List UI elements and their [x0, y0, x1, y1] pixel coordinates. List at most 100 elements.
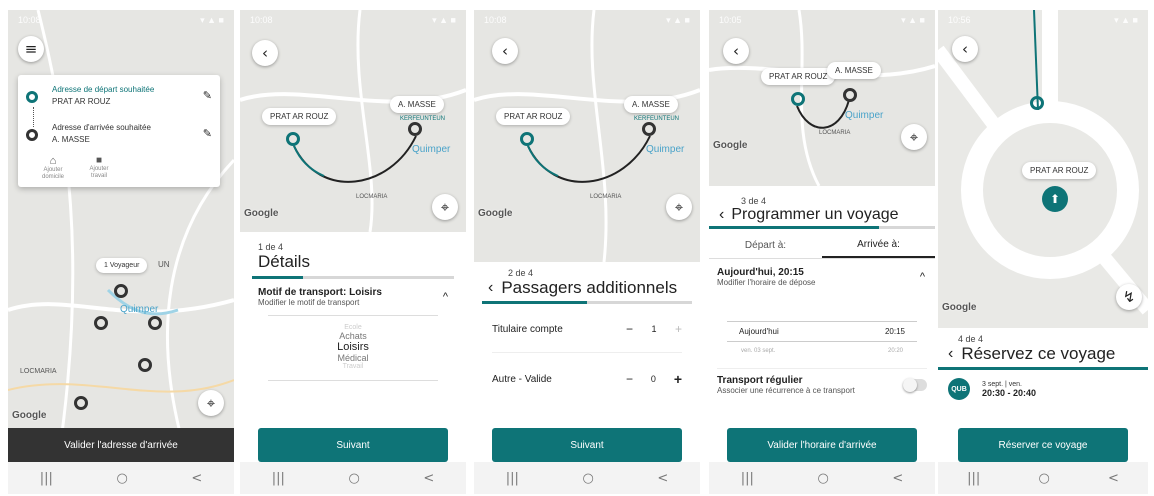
picker-row-selected[interactable]: Aujourd'hui 20:15	[727, 321, 917, 342]
screen-details: 10:08 ▾ ▲ ■ ‹ PRAT AR ROUZ A. MASSE KERFE…	[240, 10, 466, 494]
trip-time-range: 20:30 - 20:40	[982, 387, 1037, 398]
map-label-kerfeunteun: KERFEUNTEUN	[634, 116, 680, 122]
back-nav-icon[interactable]: <	[1108, 471, 1119, 486]
menu-button[interactable]: ≡	[18, 36, 44, 62]
back-nav-icon[interactable]: <	[657, 471, 668, 486]
plus-icon[interactable]: +	[674, 371, 682, 387]
map-view[interactable]: 10:56 ▾ ▲ ■ ‹ PRAT AR ROUZ ⬆ Google ↯	[938, 10, 1148, 328]
locate-button[interactable]: ⌖	[432, 194, 458, 220]
back-button[interactable]: ‹	[723, 38, 749, 64]
map-view[interactable]: 10:05 ▾ ▲ ■ ‹ PRAT AR ROUZ A. MASSE Quimp…	[709, 10, 935, 186]
picker-row[interactable]: ven. 03 sept. 20:20	[727, 342, 917, 360]
validate-time-button[interactable]: Valider l'horaire d'arrivée	[727, 428, 917, 462]
map-label-un: UN	[158, 260, 170, 269]
route-connector	[33, 107, 34, 127]
reserve-button[interactable]: Réserver ce voyage	[958, 428, 1128, 462]
picker-option-selected[interactable]: Loisirs	[268, 341, 438, 353]
recent-apps-icon[interactable]: |||	[272, 471, 285, 486]
map-pin-icon[interactable]	[94, 316, 108, 330]
home-nav-icon[interactable]: ○	[1038, 471, 1049, 486]
recent-apps-icon[interactable]: |||	[967, 471, 980, 486]
progress-bar	[709, 226, 935, 229]
recent-apps-icon[interactable]: |||	[506, 471, 519, 486]
datetime-row[interactable]: Aujourd'hui, 20:15 Modifier l'horaire de…	[717, 267, 925, 287]
map-pin-icon[interactable]	[138, 358, 152, 372]
picker-option[interactable]: Ecole	[268, 324, 438, 331]
map-pin-icon[interactable]	[74, 396, 88, 410]
home-nav-icon[interactable]: ○	[817, 471, 828, 486]
hamburger-icon: ≡	[24, 40, 38, 58]
chevron-up-icon[interactable]: ^	[920, 271, 925, 283]
status-bar: 10:56 ▾ ▲ ■	[948, 15, 1138, 25]
chevron-left-icon: ‹	[502, 42, 508, 60]
locate-button[interactable]: ⌖	[901, 124, 927, 150]
tab-arrivee[interactable]: Arrivée à:	[822, 235, 935, 258]
regular-subtitle: Associer une récurrence à ce transport	[717, 386, 855, 395]
back-nav-icon[interactable]: <	[191, 471, 202, 486]
edit-arrival-icon[interactable]: ✎	[203, 127, 212, 140]
locate-button[interactable]: ⌖	[666, 194, 692, 220]
google-logo: Google	[244, 208, 279, 219]
minus-icon[interactable]: −	[626, 322, 633, 336]
system-nav-bar: ||| ○ <	[474, 462, 700, 494]
map-pin-icon[interactable]	[148, 316, 162, 330]
back-button[interactable]: ‹	[952, 36, 978, 62]
details-sheet: 1 de 4 Détails Motif de transport: Loisi…	[240, 232, 466, 462]
back-button[interactable]: ‹	[252, 40, 278, 66]
recent-apps-icon[interactable]: |||	[40, 471, 53, 486]
locate-button[interactable]: ⌖	[198, 390, 224, 416]
end-pin-icon	[843, 88, 857, 102]
start-pin-icon	[791, 92, 805, 106]
passengers-sheet: 2 de 4 ‹ Passagers additionnels Titulair…	[474, 262, 700, 462]
back-nav-icon[interactable]: <	[892, 471, 903, 486]
map-view[interactable]: 10:08 ▾ ▲ ■ ≡ Adresse de départ souhaitée…	[8, 10, 234, 462]
picker-option[interactable]: Achats	[268, 331, 438, 341]
add-home-shortcut[interactable]: ⌂ Ajouter domicile	[38, 155, 68, 181]
trip-date: 3 sept. | ven.	[982, 380, 1022, 388]
map-pin-icon[interactable]	[114, 284, 128, 298]
picker-option[interactable]: Travail	[268, 363, 438, 370]
tab-depart[interactable]: Départ à:	[709, 236, 822, 257]
home-nav-icon[interactable]: ○	[582, 471, 593, 486]
google-logo: Google	[942, 302, 977, 313]
picker-day: ven. 03 sept.	[741, 348, 776, 354]
edit-departure-icon[interactable]: ✎	[203, 89, 212, 102]
next-button[interactable]: Suivant	[258, 428, 448, 462]
map-view[interactable]: 10:08 ▾ ▲ ■ ‹ PRAT AR ROUZ A. MASSE KERFE…	[240, 10, 466, 232]
regular-toggle[interactable]	[903, 378, 927, 392]
system-nav-bar: ||| ○ <	[938, 462, 1148, 494]
picker-option[interactable]: Médical	[268, 353, 438, 363]
add-work-shortcut[interactable]: ■ Ajouter travail	[84, 155, 114, 180]
home-nav-icon[interactable]: ○	[348, 471, 359, 486]
minus-icon[interactable]: −	[626, 372, 633, 386]
recent-apps-icon[interactable]: |||	[741, 471, 754, 486]
briefcase-icon: ■	[95, 155, 103, 166]
back-nav-icon[interactable]: <	[423, 471, 434, 486]
chevron-up-icon[interactable]: ^	[443, 291, 448, 303]
route-button[interactable]: ↯	[1116, 284, 1142, 310]
toast-validate-arrival[interactable]: Valider l'adresse d'arrivée	[8, 428, 234, 462]
motif-picker[interactable]: Ecole Achats Loisirs Médical Travail	[268, 315, 438, 381]
next-button[interactable]: Suivant	[492, 428, 682, 462]
map-view[interactable]: 10:08 ▾ ▲ ■ ‹ PRAT AR ROUZ A. MASSE KERFE…	[474, 10, 700, 262]
map-label-quimper: Quimper	[412, 144, 451, 155]
datetime-title: Aujourd'hui, 20:15	[717, 267, 804, 278]
start-pill: PRAT AR ROUZ	[761, 68, 836, 85]
step-indicator: 2 de 4	[508, 268, 534, 278]
home-icon: ⌂	[49, 155, 57, 167]
datetime-picker[interactable]: Aujourd'hui 20:15 ven. 03 sept. 20:20	[727, 321, 917, 360]
plus-icon[interactable]: +	[675, 322, 682, 336]
system-nav-bar: ||| ○ <	[709, 462, 935, 494]
end-pill: A. MASSE	[827, 62, 881, 79]
back-button[interactable]: ‹	[492, 38, 518, 64]
chevron-left-icon[interactable]: ‹	[948, 345, 953, 363]
home-nav-icon[interactable]: ○	[116, 471, 127, 486]
arrival-value: A. MASSE	[52, 135, 90, 144]
map-label-quimper: Quimper	[646, 144, 685, 155]
map-background	[709, 10, 935, 186]
chevron-left-icon[interactable]: ‹	[719, 206, 724, 224]
regular-transport-row[interactable]: Transport régulier Associer une récurren…	[717, 368, 927, 395]
motif-row[interactable]: Motif de transport: Loisirs Modifier le …	[258, 287, 448, 307]
departure-value: PRAT AR ROUZ	[52, 97, 111, 106]
chevron-left-icon[interactable]: ‹	[488, 279, 493, 297]
